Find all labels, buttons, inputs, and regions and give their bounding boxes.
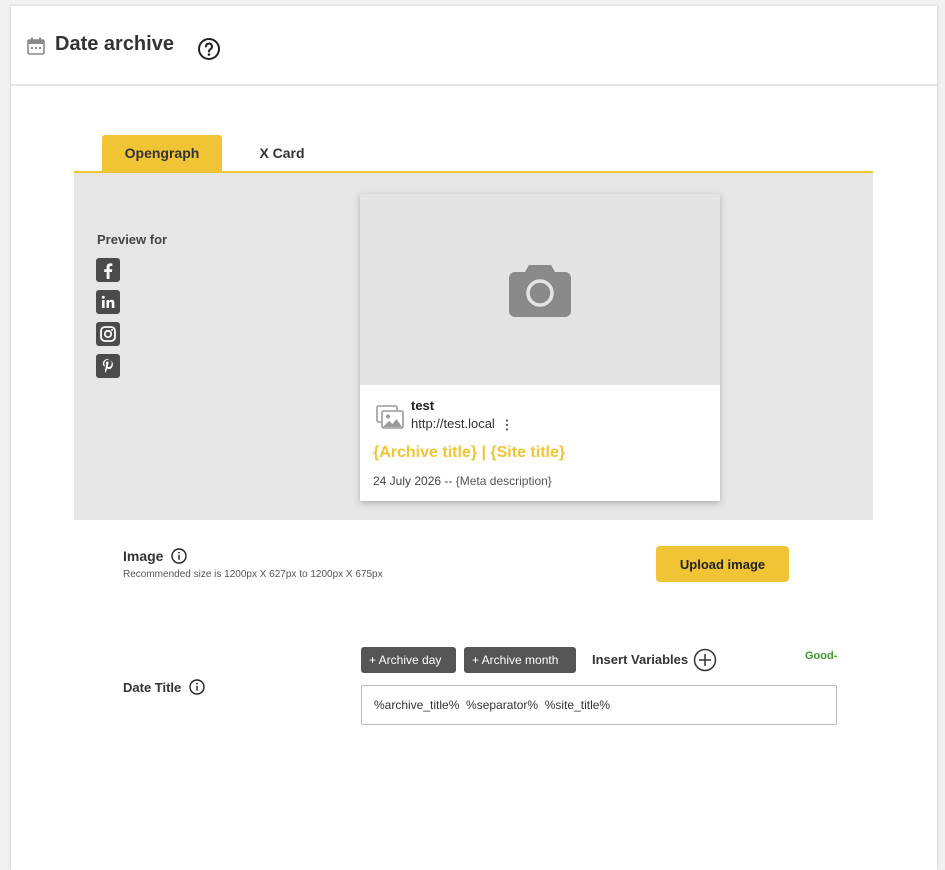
info-icon[interactable]	[171, 548, 188, 564]
date-title-input[interactable]	[361, 685, 837, 725]
date-title-label: Date Title	[123, 679, 205, 695]
help-icon[interactable]	[197, 37, 221, 61]
site-url: http://test.local	[411, 416, 495, 431]
insert-variables-plus-icon[interactable]	[693, 648, 717, 672]
tab-opengraph[interactable]: Opengraph	[102, 135, 222, 171]
preview-card-meta: 24 July 2026 -- {Meta description}	[373, 474, 552, 488]
image-size-hint: Recommended size is 1200px X 627px to 12…	[123, 569, 383, 580]
image-label-text: Image	[123, 548, 164, 564]
pinterest-icon[interactable]	[96, 354, 120, 378]
image-gallery-icon	[376, 405, 404, 429]
info-icon[interactable]	[189, 679, 205, 695]
preview-tabs: Opengraph X Card	[74, 135, 873, 173]
preview-card-separator: --	[444, 474, 453, 488]
linkedin-icon[interactable]	[96, 290, 120, 314]
instagram-icon[interactable]	[96, 322, 120, 346]
upload-image-button[interactable]: Upload image	[656, 546, 789, 582]
date-title-label-text: Date Title	[123, 680, 182, 695]
page-title: Date archive	[55, 33, 174, 55]
image-label: Image	[123, 548, 188, 564]
facebook-icon[interactable]	[96, 258, 120, 282]
insert-variables-label: Insert Variables	[592, 652, 689, 667]
calendar-icon	[27, 37, 45, 55]
preview-card-title: {Archive title} | {Site title}	[373, 444, 566, 461]
preview-image-placeholder	[360, 194, 720, 385]
title-status-badge: Good-	[805, 650, 838, 662]
social-preview-card: test http://test.local {Archive title} |…	[360, 194, 720, 501]
preview-card-date: 24 July 2026	[373, 474, 442, 488]
camera-icon	[509, 265, 571, 317]
preview-for-label: Preview for	[97, 232, 168, 247]
site-name: test	[411, 398, 435, 413]
kebab-menu-icon[interactable]	[504, 418, 510, 432]
preview-card-description: {Meta description}	[455, 474, 552, 488]
archive-month-variable-button[interactable]: + Archive month	[464, 647, 576, 673]
archive-day-variable-button[interactable]: + Archive day	[361, 647, 456, 673]
social-preview-area: Preview for test http://test.local {Arch…	[74, 173, 873, 520]
panel-header: Date archive	[11, 6, 937, 86]
tab-x-card[interactable]: X Card	[222, 135, 342, 171]
settings-panel: Date archive Opengraph X Card Preview fo…	[11, 6, 937, 870]
